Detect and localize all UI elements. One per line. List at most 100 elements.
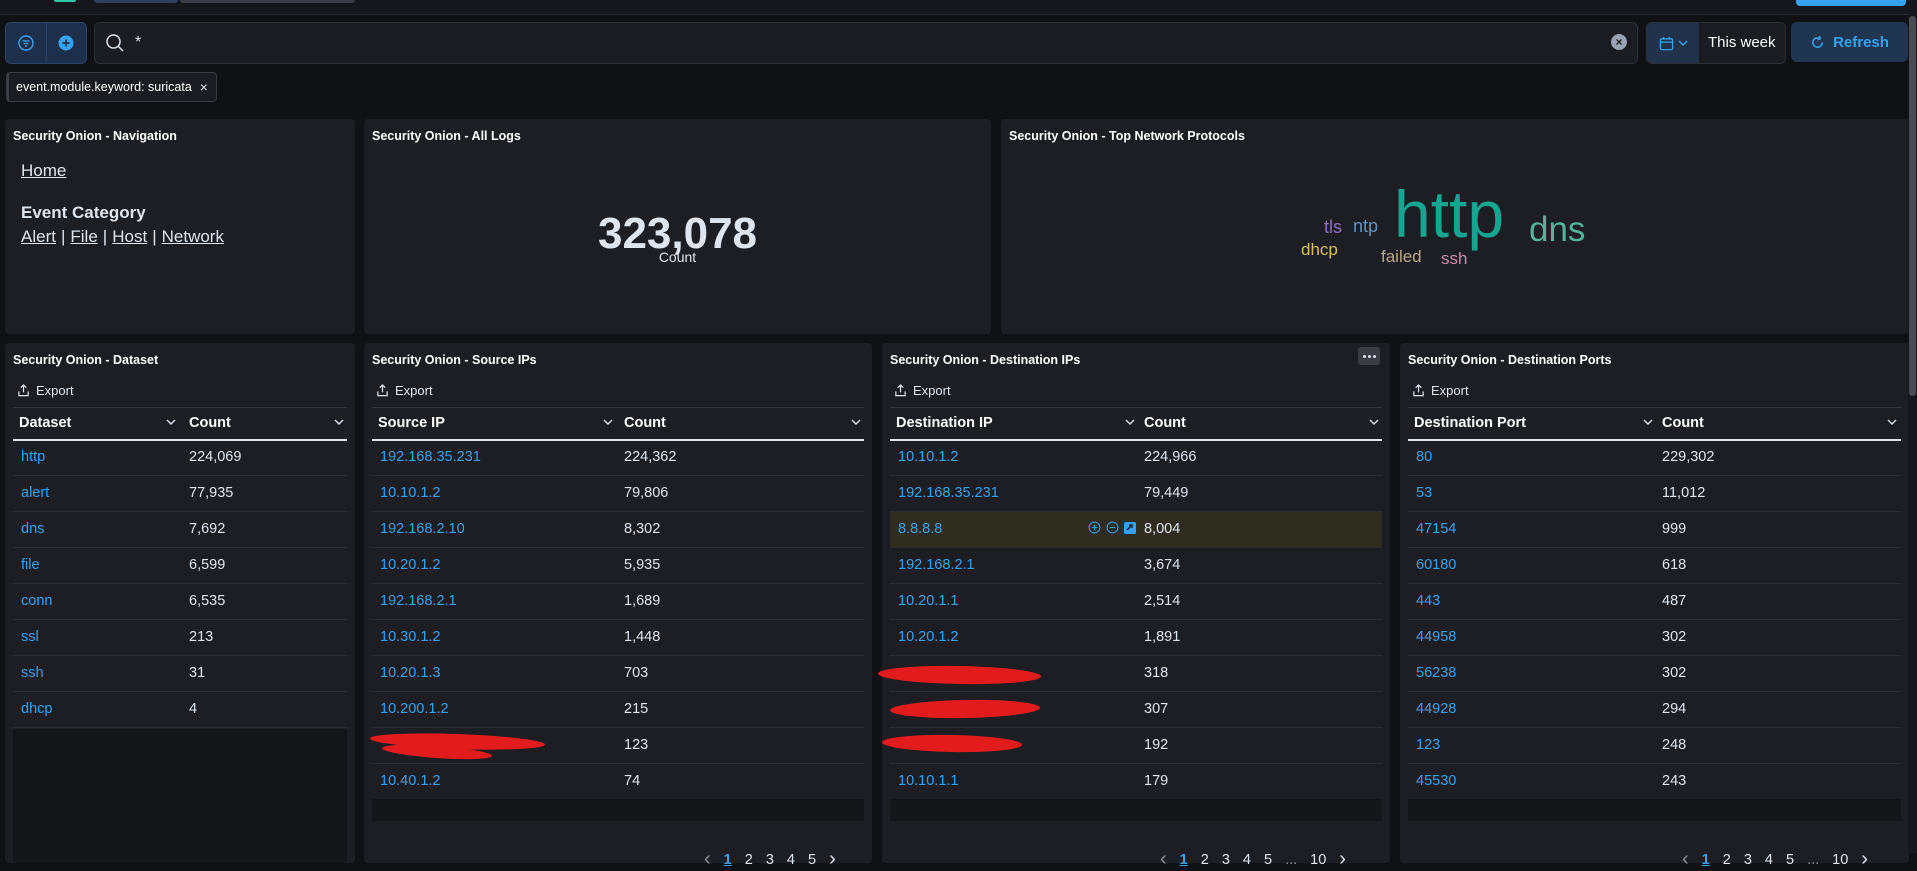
table-row[interactable]: 10.10.1.1 179 xyxy=(890,764,1382,800)
previous-page-icon[interactable]: ‹ xyxy=(1160,848,1167,871)
page-button[interactable]: 4 xyxy=(787,852,795,868)
clear-search-icon[interactable]: × xyxy=(1611,34,1627,50)
table-row[interactable]: 10.40.1.2 74 xyxy=(372,764,864,800)
table-row[interactable]: 10.30.1.2 1,448 xyxy=(372,620,864,656)
column-header-count[interactable]: Count xyxy=(189,415,231,431)
filter-pill-label[interactable]: event.module.keyword: suricata xyxy=(16,80,192,94)
next-page-icon[interactable]: › xyxy=(1861,848,1868,871)
tag-tls[interactable]: tls xyxy=(1324,217,1342,238)
table-cell-key[interactable]: 192.168.35.231 xyxy=(380,449,481,465)
table-cell-key[interactable]: 10.10.1.2 xyxy=(380,485,440,501)
table-row[interactable]: 10.20.1.1 2,514 xyxy=(890,584,1382,620)
table-cell-key[interactable]: http xyxy=(21,449,45,465)
table-row[interactable]: dhcp 4 xyxy=(13,692,347,728)
header-action-button[interactable] xyxy=(1796,0,1906,6)
page-button[interactable]: 10 xyxy=(1832,852,1848,868)
host-link[interactable]: Host xyxy=(112,227,147,246)
export-button[interactable]: Export xyxy=(17,383,74,398)
add-filter-button[interactable] xyxy=(47,23,87,63)
date-range-label[interactable]: This week xyxy=(1699,23,1785,63)
table-cell-key[interactable]: 10.10.1.2 xyxy=(898,449,958,465)
table-row[interactable]: 10.20.1.2 1,891 xyxy=(890,620,1382,656)
next-page-icon[interactable]: › xyxy=(1339,848,1346,871)
chevron-down-icon[interactable] xyxy=(1368,416,1380,428)
table-row[interactable]: 10.10.1.2 79,806 xyxy=(372,476,864,512)
table-cell-key[interactable]: 443 xyxy=(1416,593,1440,609)
page-button[interactable]: 10 xyxy=(1310,852,1326,868)
expand-cell-icon[interactable] xyxy=(1124,521,1136,534)
table-cell-key[interactable]: 192.168.2.10 xyxy=(380,521,465,537)
table-row[interactable]: 44958 302 xyxy=(1408,620,1901,656)
table-row[interactable]: 56238 302 xyxy=(1408,656,1901,692)
page-button[interactable]: 4 xyxy=(1243,852,1251,868)
table-row[interactable]: 8.8.8.8 8,004 xyxy=(890,512,1382,548)
table-row[interactable]: ssh 31 xyxy=(13,656,347,692)
app-logo[interactable] xyxy=(54,0,76,2)
column-header-count[interactable]: Count xyxy=(1662,415,1704,431)
table-row[interactable]: 192.168.2.1 3,674 xyxy=(890,548,1382,584)
column-header-destination-port[interactable]: Destination Port xyxy=(1414,415,1526,431)
table-row[interactable]: alert 77,935 xyxy=(13,476,347,512)
table-cell-key[interactable]: 10.20.1.2 xyxy=(380,557,440,573)
page-button[interactable]: 2 xyxy=(1723,852,1731,868)
table-cell-key[interactable]: 80 xyxy=(1416,449,1432,465)
table-row[interactable]: conn 6,535 xyxy=(13,584,347,620)
column-header-dataset[interactable]: Dataset xyxy=(19,415,71,431)
column-header-count[interactable]: Count xyxy=(624,415,666,431)
table-cell-key[interactable]: 8.8.8.8 xyxy=(898,521,942,537)
table-row[interactable]: 80 229,302 xyxy=(1408,440,1901,476)
page-button[interactable]: 5 xyxy=(1786,852,1794,868)
column-header-destination-ip[interactable]: Destination IP xyxy=(896,415,993,431)
nav-tab-active[interactable] xyxy=(94,0,178,3)
scrollbar-thumb[interactable] xyxy=(1909,16,1916,396)
page-button[interactable]: 2 xyxy=(745,852,753,868)
quick-menu-button[interactable] xyxy=(1647,23,1699,63)
table-cell-key[interactable]: ssh xyxy=(21,665,44,681)
tag-dhcp[interactable]: dhcp xyxy=(1301,240,1338,260)
table-cell-key[interactable]: dhcp xyxy=(21,701,52,717)
column-header-source-ip[interactable]: Source IP xyxy=(378,415,445,431)
table-cell-key[interactable]: 56238 xyxy=(1416,665,1456,681)
table-cell-key[interactable]: 60180 xyxy=(1416,557,1456,573)
tag-dns[interactable]: dns xyxy=(1529,210,1585,250)
table-cell-key[interactable]: 10.20.1.2 xyxy=(898,629,958,645)
export-button[interactable]: Export xyxy=(1412,383,1469,398)
query-bar[interactable]: * × xyxy=(94,22,1638,64)
table-cell-key[interactable]: 47154 xyxy=(1416,521,1456,537)
filter-out-value-icon[interactable] xyxy=(1106,521,1119,534)
previous-page-icon[interactable]: ‹ xyxy=(704,848,711,871)
table-row[interactable]: 60180 618 xyxy=(1408,548,1901,584)
remove-filter-icon[interactable]: × xyxy=(200,79,208,95)
chevron-down-icon[interactable] xyxy=(333,416,345,428)
page-button[interactable]: 3 xyxy=(1744,852,1752,868)
table-row[interactable]: 123 248 xyxy=(1408,728,1901,764)
table-cell-key[interactable]: ssl xyxy=(21,629,39,645)
table-row[interactable]: 10.200.1.2 215 xyxy=(372,692,864,728)
table-row[interactable]: 47154 999 xyxy=(1408,512,1901,548)
table-row[interactable]: ssl 213 xyxy=(13,620,347,656)
table-row[interactable]: 192.168.35.231 79,449 xyxy=(890,476,1382,512)
chevron-down-icon[interactable] xyxy=(850,416,862,428)
table-cell-key[interactable]: 10.10.1.1 xyxy=(898,773,958,789)
panel-options-icon[interactable] xyxy=(1358,347,1380,365)
table-cell-key[interactable]: dns xyxy=(21,521,44,537)
table-cell-key[interactable]: 10.30.1.2 xyxy=(380,629,440,645)
table-row[interactable]: 443 487 xyxy=(1408,584,1901,620)
filter-menu-button[interactable] xyxy=(6,23,47,63)
export-button[interactable]: Export xyxy=(376,383,433,398)
page-button[interactable]: 2 xyxy=(1201,852,1209,868)
next-page-icon[interactable]: › xyxy=(829,848,836,871)
tag-ssh[interactable]: ssh xyxy=(1441,249,1467,269)
table-row[interactable]: dns 7,692 xyxy=(13,512,347,548)
tag-ntp[interactable]: ntp xyxy=(1353,216,1378,237)
table-row[interactable]: 192.168.35.231 224,362 xyxy=(372,440,864,476)
nav-tab[interactable] xyxy=(180,0,355,3)
tag-http[interactable]: http xyxy=(1394,176,1504,252)
table-row[interactable]: 10.20.1.2 5,935 xyxy=(372,548,864,584)
table-row[interactable]: 192.168.2.1 1,689 xyxy=(372,584,864,620)
page-button[interactable]: 1 xyxy=(1180,852,1188,868)
refresh-button[interactable]: Refresh xyxy=(1791,22,1908,62)
table-cell-key[interactable]: 10.200.1.2 xyxy=(380,701,449,717)
table-row[interactable]: 10.20.1.3 703 xyxy=(372,656,864,692)
table-cell-key[interactable]: conn xyxy=(21,593,52,609)
